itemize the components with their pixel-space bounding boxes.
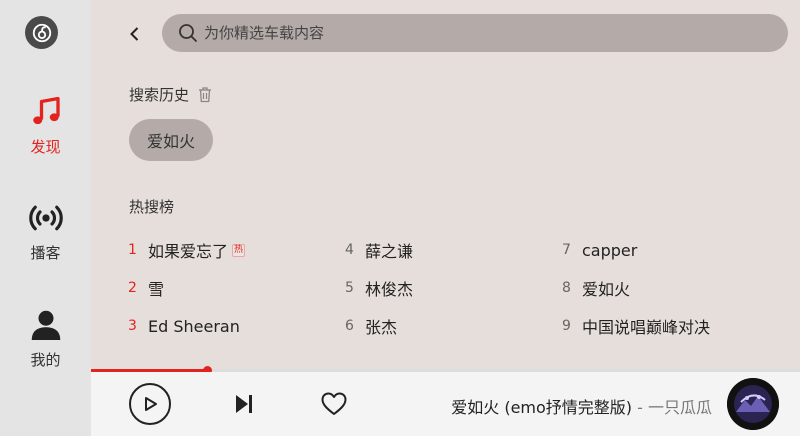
- sidebar-item-discover[interactable]: 发现: [0, 92, 91, 157]
- search-bar[interactable]: [162, 14, 788, 52]
- hot-search-item[interactable]: 7 capper: [562, 231, 710, 269]
- hot-search-text: 中国说唱巅峰对决: [582, 318, 711, 337]
- chevron-left-icon: [130, 27, 139, 41]
- play-button[interactable]: [129, 383, 171, 425]
- heart-icon: [321, 392, 347, 415]
- hot-search-item[interactable]: 9 中国说唱巅峰对决: [562, 307, 710, 345]
- back-button[interactable]: [121, 20, 149, 48]
- search-history-title: 搜索历史: [129, 86, 190, 104]
- hot-badge: 热: [232, 243, 246, 257]
- netease-logo-icon: [32, 23, 51, 42]
- rank-number: 7: [562, 242, 571, 258]
- hot-search-text: Ed Sheeran: [148, 316, 240, 336]
- album-cover[interactable]: [727, 378, 779, 430]
- sidebar-item-mine[interactable]: 我的: [0, 305, 91, 370]
- skip-next-icon: [236, 395, 252, 413]
- rank-number: 9: [562, 318, 571, 334]
- hot-search-text: 爱如火: [582, 280, 631, 299]
- play-icon: [145, 397, 157, 411]
- trash-icon: [199, 87, 212, 103]
- hot-search-text: capper: [582, 240, 638, 260]
- sidebar: 发现 播客 我的: [0, 0, 91, 436]
- search-history-header: 搜索历史: [129, 84, 213, 105]
- hot-search-text: 雪: [148, 280, 165, 299]
- search-icon: [178, 23, 198, 43]
- search-input[interactable]: [204, 24, 764, 42]
- sidebar-item-podcast[interactable]: 播客: [0, 198, 91, 263]
- clear-history-button[interactable]: [197, 86, 213, 103]
- rank-number: 1: [128, 242, 137, 258]
- music-note-icon: [32, 96, 60, 125]
- sidebar-item-label: 播客: [30, 244, 61, 262]
- player-bar: 爱如火 (emo抒情完整版) - 一只瓜瓜: [91, 372, 800, 436]
- hot-search-item[interactable]: 1 如果爱忘了 热: [128, 231, 246, 269]
- rank-number: 2: [128, 280, 137, 296]
- track-separator: -: [632, 398, 648, 417]
- hot-search-text: 薛之谦: [365, 242, 414, 261]
- hot-search-title: 热搜榜: [129, 198, 175, 216]
- hot-search-item[interactable]: 5 林俊杰: [345, 269, 413, 307]
- hot-search-column-1: 1 如果爱忘了 热 2 雪 3 Ed Sheeran: [128, 231, 246, 345]
- rank-number: 4: [345, 242, 354, 258]
- rank-number: 8: [562, 280, 571, 296]
- hot-search-item[interactable]: 8 爱如火: [562, 269, 710, 307]
- user-icon: [31, 310, 60, 340]
- rank-number: 6: [345, 318, 354, 334]
- rank-number: 5: [345, 280, 354, 296]
- broadcast-icon: [28, 205, 63, 231]
- history-chip[interactable]: 爱如火: [129, 119, 214, 161]
- track-artist: 一只瓜瓜: [647, 398, 712, 417]
- hot-search-column-3: 7 capper 8 爱如火 9 中国说唱巅峰对决: [562, 231, 710, 345]
- next-track-button[interactable]: [231, 391, 257, 417]
- like-button[interactable]: [319, 390, 349, 418]
- sidebar-item-label: 我的: [30, 351, 61, 369]
- hot-search-item[interactable]: 6 张杰: [345, 307, 413, 345]
- hot-search-item[interactable]: 3 Ed Sheeran: [128, 307, 245, 345]
- album-art-image: [727, 378, 779, 430]
- hot-search-text: 张杰: [365, 318, 398, 337]
- hot-search-item[interactable]: 4 薛之谦: [345, 231, 413, 269]
- app-logo[interactable]: [25, 16, 58, 49]
- rank-number: 3: [128, 318, 137, 334]
- sidebar-item-label: 发现: [30, 138, 61, 156]
- hot-search-column-2: 4 薛之谦 5 林俊杰 6 张杰: [345, 231, 413, 345]
- hot-search-text: 如果爱忘了: [148, 242, 229, 261]
- hot-search-text: 林俊杰: [365, 280, 414, 299]
- now-playing-info[interactable]: 爱如火 (emo抒情完整版) - 一只瓜瓜: [451, 394, 712, 418]
- track-title: 爱如火 (emo抒情完整版): [451, 398, 633, 417]
- hot-search-item[interactable]: 2 雪: [128, 269, 245, 307]
